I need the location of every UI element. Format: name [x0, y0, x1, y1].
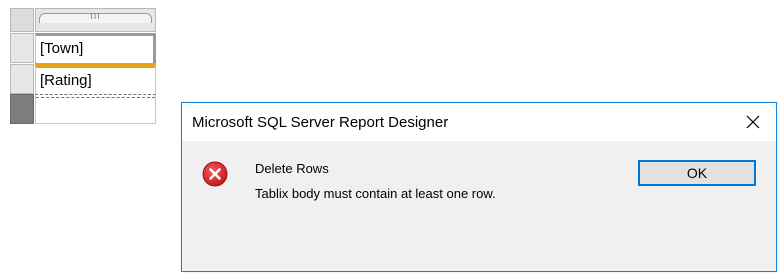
- close-icon: [746, 115, 760, 129]
- message-body: Tablix body must contain at least one ro…: [255, 186, 496, 201]
- message-dialog: Microsoft SQL Server Report Designer Del…: [181, 102, 777, 272]
- column-handle[interactable]: III: [35, 8, 156, 32]
- error-icon: [202, 161, 228, 187]
- row-handle-rating[interactable]: [10, 64, 34, 94]
- tablix-cell-town[interactable]: [Town]: [35, 33, 156, 63]
- tablix-cell-details[interactable]: [35, 94, 156, 124]
- message-title: Delete Rows: [255, 161, 329, 176]
- tablix-corner-handle[interactable]: [10, 8, 34, 32]
- tablix-cell-rating[interactable]: [Rating]: [35, 63, 156, 94]
- screen: III [Town] [Rating] Microsoft SQL Server…: [0, 0, 778, 273]
- close-button[interactable]: [730, 103, 776, 141]
- dialog-titlebar[interactable]: Microsoft SQL Server Report Designer: [182, 103, 776, 141]
- ok-button[interactable]: OK: [638, 160, 756, 186]
- column-grip-icon: III: [90, 12, 101, 21]
- dialog-title: Microsoft SQL Server Report Designer: [192, 114, 449, 131]
- row-handle-details[interactable]: [10, 94, 34, 124]
- tablix-designer: III [Town] [Rating]: [10, 8, 156, 124]
- row-handle-town[interactable]: [10, 33, 34, 63]
